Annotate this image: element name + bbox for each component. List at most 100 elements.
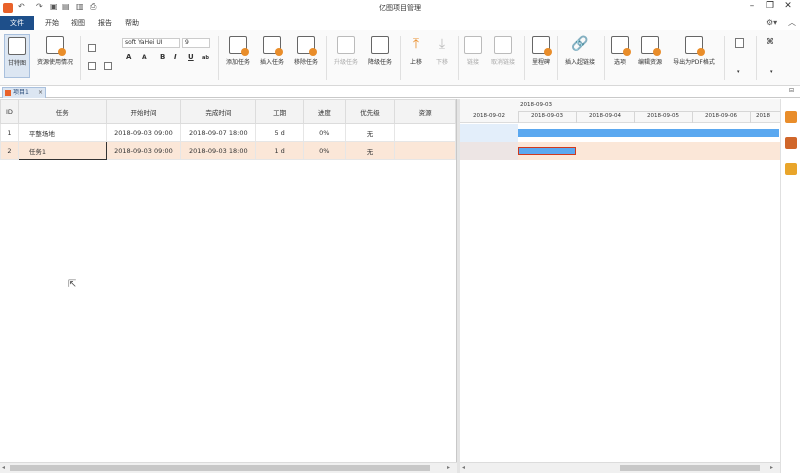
cell-progress[interactable]: 0% — [302, 141, 346, 160]
downgrade-task-icon — [371, 36, 389, 54]
arrow-down-icon: ⤓ — [438, 36, 446, 52]
menu-report[interactable]: 报告 — [98, 16, 112, 30]
increase-font-button[interactable]: A — [126, 53, 131, 61]
options-button[interactable]: 选项 — [608, 34, 632, 78]
column-header-id[interactable]: ID — [0, 99, 19, 124]
resource-usage-button[interactable]: 资源使用情况 — [33, 34, 77, 78]
remove-task-button[interactable]: 移除任务 — [290, 34, 322, 78]
column-header-duration[interactable]: 工期 — [255, 99, 304, 124]
gantt-view-button[interactable]: 甘特图 — [4, 34, 30, 78]
gantt-horizontal-scrollbar[interactable]: ◂ ▸ — [460, 462, 780, 473]
export-pdf-button[interactable]: 导出为PDF格式 — [668, 34, 720, 78]
cell-priority[interactable]: 无 — [344, 123, 396, 142]
cell-priority[interactable]: 无 — [344, 141, 396, 160]
link-tasks-icon — [464, 36, 482, 54]
font-name-select[interactable]: soft YaHei UI — [122, 38, 180, 48]
menu-view[interactable]: 视图 — [71, 16, 85, 30]
scroll-right-icon[interactable]: ▸ — [447, 464, 450, 471]
table-row[interactable]: 2 任务1 2018-09-03 09:00 2018-09-03 18:00 … — [0, 141, 456, 160]
insert-task-icon — [263, 36, 283, 56]
link-button[interactable]: 链接 — [462, 34, 484, 78]
insert-hyperlink-button[interactable]: 🔗 插入超链接 — [560, 34, 600, 78]
move-up-button[interactable]: ⤒ 上移 — [404, 34, 428, 78]
restore-icon[interactable]: ❐ — [763, 1, 777, 11]
close-tab-icon[interactable]: × — [38, 88, 43, 98]
unlink-button[interactable]: 取消链接 — [486, 34, 520, 78]
mouse-cursor-icon: ⇱ — [68, 279, 77, 290]
timeline-panel-icon[interactable] — [785, 163, 797, 175]
decrease-font-button[interactable]: A — [142, 54, 147, 61]
move-down-button[interactable]: ⤓ 下移 — [430, 34, 454, 78]
cell-duration[interactable]: 1 d — [255, 141, 304, 160]
cell-progress[interactable]: 0% — [302, 123, 346, 142]
table-row[interactable]: 1 平整场地 2018-09-03 09:00 2018-09-07 18:00… — [0, 123, 456, 142]
cell-finish[interactable]: 2018-09-03 18:00 — [180, 141, 257, 160]
unlink-tasks-icon — [494, 36, 512, 54]
cell-id[interactable]: 1 — [0, 123, 19, 142]
task-panel-icon[interactable] — [785, 111, 797, 123]
calendar-icon[interactable] — [735, 38, 744, 48]
timescale-day-label: 2018 — [756, 113, 770, 119]
ribbon: 甘特图 资源使用情况 soft YaHei UI 9 A A B I U ab … — [0, 30, 800, 86]
column-header-task[interactable]: 任务 — [17, 99, 107, 124]
timescale-day-label: 2018-09-04 — [589, 113, 621, 119]
paste-icon[interactable] — [104, 62, 112, 70]
font-size-select[interactable]: 9 — [182, 38, 210, 48]
column-header-resource[interactable]: 资源 — [394, 99, 456, 124]
cell-task[interactable]: 任务1 — [17, 141, 107, 160]
minimize-icon[interactable]: – — [745, 1, 759, 11]
cell-id[interactable]: 2 — [0, 141, 19, 160]
strikethrough-button[interactable]: ab — [202, 55, 209, 61]
timescale-day-label: 2018-09-06 — [705, 113, 737, 119]
calendar-dropdown-icon[interactable]: ▾ — [737, 69, 740, 75]
italic-button[interactable]: I — [174, 53, 177, 61]
column-header-progress[interactable]: 进度 — [302, 99, 346, 124]
add-task-button[interactable]: 添加任务 — [222, 34, 254, 78]
menu-help[interactable]: 帮助 — [125, 16, 139, 30]
binoculars-icon[interactable]: ⌘ — [766, 37, 774, 46]
pdf-export-icon — [685, 36, 705, 56]
close-icon[interactable]: ✕ — [781, 1, 795, 11]
menu-file[interactable]: 文件 — [0, 16, 34, 30]
options-icon — [611, 36, 631, 56]
scroll-left-icon[interactable]: ◂ — [462, 464, 465, 471]
bold-button[interactable]: B — [160, 53, 165, 61]
scroll-thumb[interactable] — [10, 465, 430, 471]
cut-icon[interactable] — [88, 62, 96, 70]
grid-horizontal-scrollbar[interactable]: ◂ ▸ — [0, 462, 457, 473]
settings-icon[interactable]: ⚙▾ — [766, 16, 777, 30]
document-tab[interactable]: 项目1 × — [2, 87, 46, 98]
find-dropdown-icon[interactable]: ▾ — [770, 69, 773, 75]
copy-icon[interactable] — [88, 44, 96, 52]
column-header-priority[interactable]: 优先级 — [344, 99, 396, 124]
cell-duration[interactable]: 5 d — [255, 123, 304, 142]
column-header-start[interactable]: 开始时间 — [105, 99, 182, 124]
task-bar[interactable] — [518, 129, 779, 137]
upgrade-task-button[interactable]: 升级任务 — [330, 34, 362, 78]
cell-resource[interactable] — [394, 141, 456, 160]
gantt-row[interactable] — [460, 124, 780, 142]
timescale-day-label: 2018-09-02 — [473, 113, 505, 119]
task-bar[interactable] — [518, 147, 576, 155]
downgrade-task-button[interactable]: 降级任务 — [364, 34, 396, 78]
arrow-up-icon: ⤒ — [412, 36, 420, 52]
insert-task-button[interactable]: 插入任务 — [256, 34, 288, 78]
scroll-left-icon[interactable]: ◂ — [2, 464, 5, 471]
underline-button[interactable]: U — [188, 53, 194, 61]
collapse-ribbon-icon[interactable]: ︿ — [788, 16, 796, 30]
timescale-day-label: 2018-09-05 — [647, 113, 679, 119]
pin-icon[interactable]: ⊟ — [789, 87, 794, 94]
gantt-row[interactable] — [460, 142, 780, 160]
cell-start[interactable]: 2018-09-03 09:00 — [105, 141, 182, 160]
cell-start[interactable]: 2018-09-03 09:00 — [105, 123, 182, 142]
cell-task[interactable]: 平整场地 — [17, 123, 107, 142]
resource-panel-icon[interactable] — [785, 137, 797, 149]
scroll-thumb[interactable] — [620, 465, 760, 471]
cell-finish[interactable]: 2018-09-07 18:00 — [180, 123, 257, 142]
scroll-right-icon[interactable]: ▸ — [770, 464, 773, 471]
cell-resource[interactable] — [394, 123, 456, 142]
column-header-finish[interactable]: 完成时间 — [180, 99, 257, 124]
milestone-button[interactable]: 里程碑 — [528, 34, 554, 78]
menu-start[interactable]: 开始 — [45, 16, 59, 30]
edit-resources-button[interactable]: 编辑资源 — [634, 34, 666, 78]
